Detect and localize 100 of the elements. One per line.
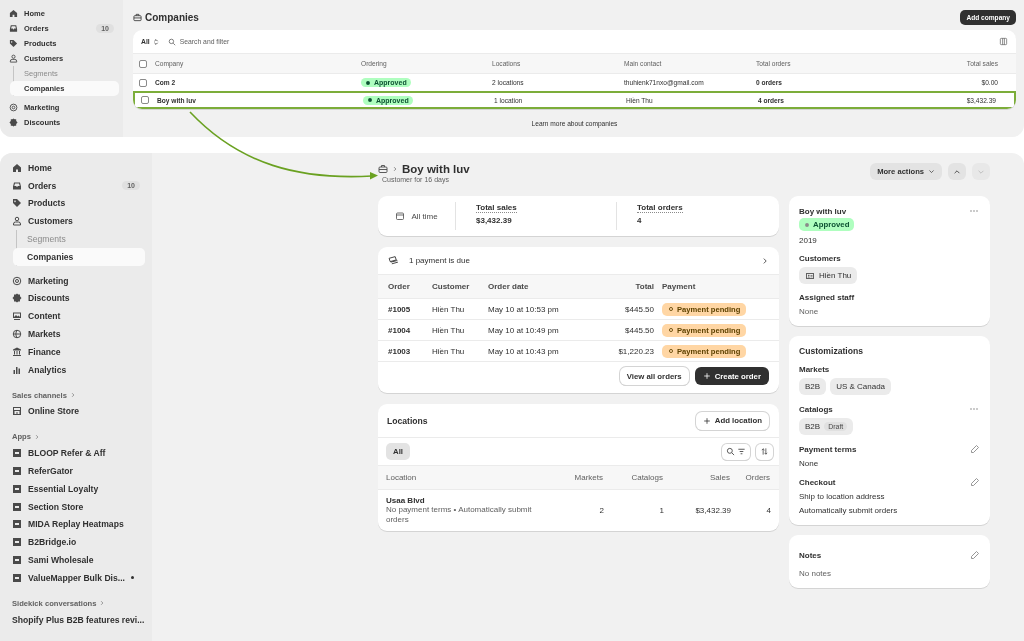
table-cell-text: 4	[765, 506, 771, 515]
date-range-button[interactable]: All time	[378, 202, 456, 230]
chevron-right-icon	[69, 392, 76, 399]
app-icon	[12, 572, 22, 583]
inbox-icon	[9, 24, 18, 33]
location-name[interactable]: Usaa Blvd	[386, 496, 546, 505]
status-dot-icon	[365, 79, 371, 86]
sidebar-item[interactable]: Section Store	[7, 497, 145, 516]
home-icon	[9, 9, 18, 18]
column-header: Order date	[488, 282, 530, 291]
pencil-icon	[970, 477, 980, 487]
chevron-up-icon	[953, 167, 961, 176]
market-tag: B2B	[799, 378, 827, 395]
contact-card-icon	[805, 270, 815, 281]
sidebar-item[interactable]: Online Store	[7, 402, 145, 421]
sidebar-item[interactable]: MIDA Replay Heatmaps	[7, 515, 145, 534]
store-icon	[12, 406, 22, 417]
sidebar-item[interactable]: Sami Wholesale	[7, 551, 145, 569]
metric-value: $3,432.39	[476, 216, 513, 225]
search-icon	[726, 447, 735, 456]
tag-icon	[9, 39, 18, 48]
status-circle-icon	[668, 348, 674, 354]
staff-value: None	[799, 307, 820, 316]
table-cell-text: May 10 at 10:43 pm	[488, 346, 560, 356]
chevron-right-icon	[761, 256, 769, 265]
checkbox[interactable]	[139, 78, 147, 87]
market-tag: US & Canada	[830, 378, 892, 395]
order-link[interactable]: #1003	[388, 346, 432, 356]
status-circle-icon	[668, 306, 674, 312]
home-icon	[12, 162, 22, 173]
status-circle-icon	[668, 327, 674, 333]
sort-button[interactable]	[756, 443, 773, 460]
sidebar-item[interactable]: ValueMapper Bulk Dis...	[7, 568, 145, 587]
sidebar-item[interactable]: Customers	[7, 212, 145, 231]
plus-icon	[702, 416, 711, 425]
columns-icon	[999, 37, 1008, 46]
app-icon	[12, 519, 22, 530]
table-cell-text: $445.50	[624, 304, 654, 314]
briefcase-icon	[133, 12, 142, 22]
sidebar-item[interactable]: Finance	[7, 342, 145, 361]
column-header: Location	[386, 473, 418, 482]
section-label: Customers	[799, 254, 842, 263]
pencil-icon	[970, 444, 980, 454]
sidebar-item[interactable]: Marketing	[7, 271, 145, 290]
card-title: Notes	[799, 550, 822, 560]
sidebar-item[interactable]: Home	[7, 159, 145, 177]
search-filter-button[interactable]	[722, 443, 750, 460]
sidebar-item[interactable]: ReferGator	[7, 462, 145, 480]
sidebar-item[interactable]: Companies	[13, 248, 145, 266]
plus-icon	[702, 372, 711, 380]
chevron-right-icon	[99, 600, 106, 607]
company-name: Boy with luv	[799, 206, 847, 216]
section-label: Assigned staff	[799, 293, 856, 302]
company-year: 2019	[799, 236, 818, 245]
discount-badge-icon	[9, 118, 18, 127]
target-icon	[9, 103, 18, 112]
metric-label[interactable]: Total orders	[637, 203, 683, 213]
payment-due-link[interactable]: 1 payment is due	[378, 247, 779, 274]
sidebar-item[interactable]: Markets	[7, 325, 145, 343]
column-header: Total	[634, 282, 654, 291]
column-header: Markets	[573, 473, 603, 482]
customer-chip[interactable]: Hiền Thu	[799, 267, 858, 284]
column-header: Payment	[661, 282, 697, 291]
checkbox[interactable]	[139, 59, 147, 68]
app-icon	[12, 448, 22, 459]
column-header: Orders	[744, 473, 770, 482]
status-dot-icon	[367, 97, 373, 103]
table-cell-text: 2	[598, 506, 604, 515]
order-link[interactable]: #1005	[388, 304, 432, 314]
sidebar-item[interactable]: Discounts	[7, 289, 145, 308]
filter-icon	[737, 447, 746, 456]
checkout-setting: Ship to location address	[799, 492, 886, 501]
bank-icon	[12, 346, 22, 357]
cash-icon	[388, 255, 399, 266]
column-header: Sales	[709, 473, 730, 482]
sidebar-item[interactable]: Products	[7, 194, 145, 213]
section-label: Catalogs	[799, 404, 833, 414]
discount-badge-icon	[12, 293, 22, 304]
inbox-icon	[12, 180, 22, 191]
sidebar-item[interactable]: Analytics	[7, 360, 145, 379]
checkbox[interactable]	[141, 96, 149, 104]
metric-value: 4	[637, 216, 643, 225]
sidebar-item[interactable]: Shopify Plus B2B features revi...	[7, 610, 145, 629]
globe-icon	[12, 329, 22, 340]
calendar-icon	[395, 211, 406, 221]
sidebar-item[interactable]: Content	[7, 307, 145, 326]
app-icon	[12, 483, 22, 494]
column-header: Catalogs	[630, 473, 663, 482]
page-title: Boy with luv	[402, 163, 470, 175]
payment-terms-value: None	[799, 459, 820, 468]
breadcrumb-chevron-icon	[392, 166, 398, 172]
card-title: Locations	[387, 415, 428, 426]
notes-text: No notes	[799, 569, 833, 578]
sidebar-item[interactable]: B2Bridge.io	[7, 533, 145, 552]
order-link[interactable]: #1004	[388, 325, 432, 335]
sidebar-item[interactable]: Essential Loyalty	[7, 479, 145, 498]
section-label: Markets	[799, 365, 831, 374]
briefcase-icon	[378, 164, 388, 174]
sidebar-item[interactable]: BLOOP Refer & Aff	[7, 444, 145, 463]
metric-label[interactable]: Total sales	[476, 203, 517, 213]
